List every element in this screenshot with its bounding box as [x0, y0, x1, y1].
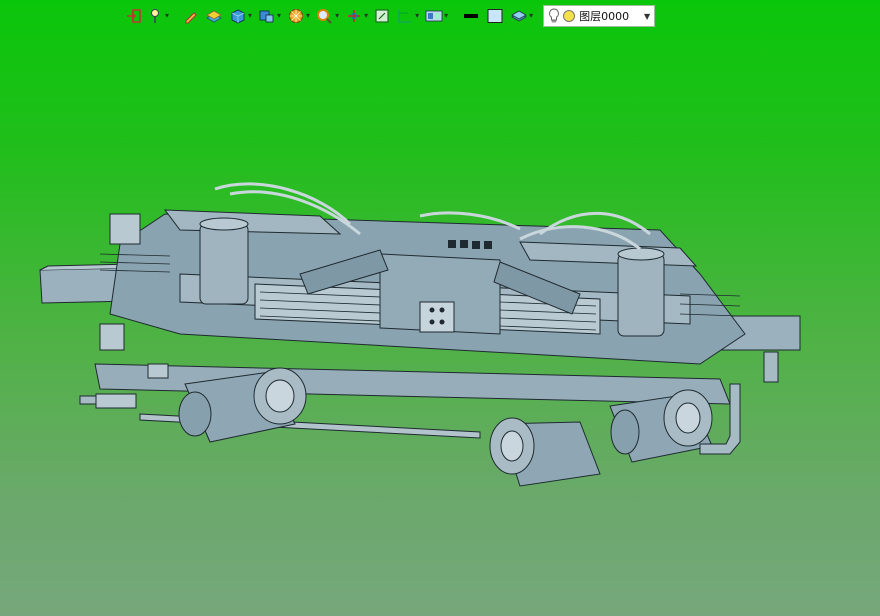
zoom-icon [317, 9, 332, 24]
layer-stack-button[interactable] [203, 5, 225, 27]
part-button[interactable]: ▾ [256, 5, 283, 27]
chevron-down-icon[interactable]: ▾ [248, 12, 252, 20]
axis-pin-icon [348, 10, 361, 22]
layer-stack-icon [206, 10, 222, 23]
display-mode-button[interactable]: ▾ [423, 5, 450, 27]
layer-color-dot-icon[interactable] [562, 9, 576, 23]
pen-icon [185, 12, 197, 24]
axis-button[interactable]: ▾ [343, 5, 370, 27]
chevron-down-icon[interactable]: ▾ [277, 12, 281, 20]
layers-icon [511, 10, 527, 22]
light-pin-button[interactable]: ▾ [146, 5, 171, 27]
left-cylinder [199, 223, 249, 305]
main-toolbar: ▾ ▾ ▾ ▾ ▾ ▾ ▾ ▾ ▾ 图层0000 ▼ [124, 4, 656, 28]
top-plate [163, 209, 342, 235]
section-button[interactable]: ▾ [394, 5, 421, 27]
chevron-down-icon[interactable]: ▾ [335, 12, 339, 20]
render-button[interactable]: ▾ [285, 5, 312, 27]
layer-dropdown[interactable]: 图层0000 ▼ [543, 5, 656, 27]
chevron-down-icon[interactable]: ▾ [529, 12, 533, 20]
sketch-button[interactable] [181, 5, 201, 27]
solid-cube-icon [231, 9, 245, 24]
exit-button[interactable] [124, 5, 144, 27]
fit-view-icon [375, 9, 389, 23]
chevron-down-icon[interactable]: ▾ [415, 12, 419, 20]
3d-viewport[interactable] [0, 34, 880, 616]
zoom-button[interactable]: ▾ [314, 5, 341, 27]
line-color-icon [464, 14, 479, 18]
machine-model[interactable] [39, 182, 801, 487]
solid-button[interactable]: ▾ [227, 5, 254, 27]
exit-icon [127, 9, 141, 23]
chevron-down-icon[interactable]: ▼ [644, 12, 650, 21]
pump-motor-center [489, 417, 601, 487]
render-wheel-icon [289, 9, 304, 23]
section-icon [398, 10, 412, 23]
fit-view-button[interactable] [372, 5, 392, 27]
right-cylinder [617, 253, 665, 337]
chevron-down-icon[interactable]: ▾ [165, 12, 169, 20]
layers-button[interactable]: ▾ [508, 5, 535, 27]
layer-name: 图层0000 [579, 10, 630, 23]
fill-color-button[interactable] [484, 5, 506, 27]
chevron-down-icon[interactable]: ▾ [306, 12, 310, 20]
chevron-down-icon[interactable]: ▾ [364, 12, 368, 20]
chevron-down-icon[interactable]: ▾ [444, 12, 448, 20]
display-mode-icon [425, 10, 443, 22]
line-color-button[interactable] [460, 5, 482, 27]
fill-color-icon [487, 9, 503, 23]
lightbulb-icon[interactable] [548, 8, 560, 24]
part-icon [259, 10, 274, 23]
bulb-pin-icon [151, 9, 159, 23]
